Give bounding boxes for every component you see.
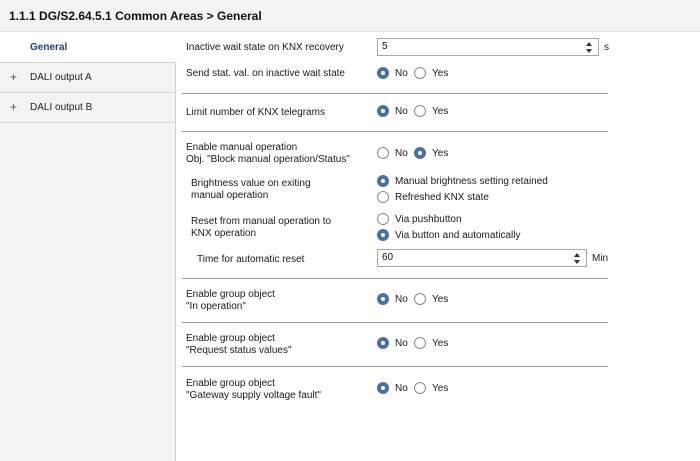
section-divider [182, 131, 608, 132]
radio-label: No [395, 106, 408, 117]
radio-label: No [395, 383, 408, 394]
spin-arrows [574, 251, 582, 265]
radio-label: Via button and automatically [395, 230, 521, 241]
spin-arrows [586, 40, 594, 54]
inactive-wait-label: Inactive wait state on KNX recovery [186, 42, 344, 53]
in-operation-sublabel: "In operation" [186, 301, 246, 312]
radio-unchecked-icon [414, 337, 426, 349]
send-stat-no-radio[interactable]: No [377, 67, 417, 81]
section-divider [182, 93, 608, 94]
radio-label: Via pushbutton [395, 214, 462, 225]
radio-label: Yes [432, 148, 449, 159]
increment-arrow-icon[interactable] [574, 253, 580, 257]
decrement-arrow-icon[interactable] [574, 260, 580, 264]
radio-checked-icon [377, 105, 389, 117]
auto-reset-time-unit: Min [592, 253, 609, 264]
manual-operation-sublabel: Obj. "Block manual operation/Status" [186, 154, 350, 165]
reset-manual-sublabel: KNX operation [191, 228, 257, 239]
radio-label: Yes [432, 294, 449, 305]
auto-reset-time-value: 60 [382, 252, 394, 263]
sidebar-item-label: General [30, 42, 68, 53]
section-divider [182, 322, 608, 323]
radio-label: Refreshed KNX state [395, 192, 489, 203]
request-status-yes-radio[interactable]: Yes [414, 337, 454, 351]
radio-checked-icon [414, 147, 426, 159]
inactive-wait-unit: s [604, 42, 609, 53]
radio-checked-icon [377, 337, 389, 349]
brightness-exit-sublabel: manual operation [191, 190, 269, 201]
inactive-wait-value: 5 [382, 41, 388, 52]
radio-checked-icon [377, 229, 389, 241]
radio-label: No [395, 68, 408, 79]
increment-arrow-icon[interactable] [586, 42, 592, 46]
radio-unchecked-icon [377, 213, 389, 225]
request-status-no-radio[interactable]: No [377, 337, 417, 351]
request-status-sublabel: "Request status values" [186, 345, 292, 356]
radio-unchecked-icon [377, 147, 389, 159]
reset-pushbutton-radio[interactable]: Via pushbutton [377, 213, 497, 227]
in-operation-yes-radio[interactable]: Yes [414, 293, 454, 307]
supply-fault-no-radio[interactable]: No [377, 382, 417, 396]
inactive-wait-stepper[interactable]: 5 [377, 38, 599, 56]
sidebar-item-dali-output-a[interactable]: + DALI output A [0, 63, 176, 93]
radio-label: No [395, 148, 408, 159]
radio-label: Yes [432, 68, 449, 79]
page-title: 1.1.1 DG/S2.64.5.1 Common Areas > Genera… [9, 9, 262, 23]
section-divider [182, 366, 608, 367]
radio-label: Manual brightness setting retained [395, 176, 548, 187]
limit-telegrams-no-radio[interactable]: No [377, 105, 417, 119]
brightness-refreshed-radio[interactable]: Refreshed KNX state [377, 191, 517, 205]
radio-label: No [395, 338, 408, 349]
decrement-arrow-icon[interactable] [586, 49, 592, 53]
radio-checked-icon [377, 175, 389, 187]
send-stat-yes-radio[interactable]: Yes [414, 67, 454, 81]
radio-checked-icon [377, 293, 389, 305]
brightness-retained-radio[interactable]: Manual brightness setting retained [377, 175, 557, 189]
supply-fault-yes-radio[interactable]: Yes [414, 382, 454, 396]
section-divider [182, 278, 608, 279]
radio-label: Yes [432, 383, 449, 394]
window-header: 1.1.1 DG/S2.64.5.1 Common Areas > Genera… [0, 0, 700, 32]
expand-plus-icon[interactable]: + [10, 101, 17, 113]
sidebar-item-dali-output-b[interactable]: + DALI output B [0, 93, 176, 123]
auto-reset-time-stepper[interactable]: 60 [377, 249, 587, 267]
sidebar-item-label: DALI output A [30, 72, 92, 83]
radio-unchecked-icon [377, 191, 389, 203]
manual-operation-yes-radio[interactable]: Yes [414, 147, 454, 161]
auto-reset-time-label: Time for automatic reset [197, 254, 305, 265]
expand-plus-icon[interactable]: + [10, 71, 17, 83]
radio-unchecked-icon [414, 105, 426, 117]
radio-label: No [395, 294, 408, 305]
radio-checked-icon [377, 67, 389, 79]
radio-unchecked-icon [414, 382, 426, 394]
radio-label: Yes [432, 106, 449, 117]
in-operation-no-radio[interactable]: No [377, 293, 417, 307]
send-stat-label: Send stat. val. on inactive wait state [186, 68, 345, 79]
radio-label: Yes [432, 338, 449, 349]
limit-telegrams-yes-radio[interactable]: Yes [414, 105, 454, 119]
supply-fault-sublabel: "Gateway supply voltage fault" [186, 390, 321, 401]
reset-automatic-radio[interactable]: Via button and automatically [377, 229, 537, 243]
limit-telegrams-label: Limit number of KNX telegrams [186, 107, 325, 118]
manual-operation-no-radio[interactable]: No [377, 147, 417, 161]
sidebar: General + DALI output A + DALI output B [0, 33, 177, 461]
radio-unchecked-icon [414, 67, 426, 79]
sidebar-item-general[interactable]: General [0, 33, 177, 63]
sidebar-item-label: DALI output B [30, 102, 93, 113]
radio-unchecked-icon [414, 293, 426, 305]
radio-checked-icon [377, 382, 389, 394]
